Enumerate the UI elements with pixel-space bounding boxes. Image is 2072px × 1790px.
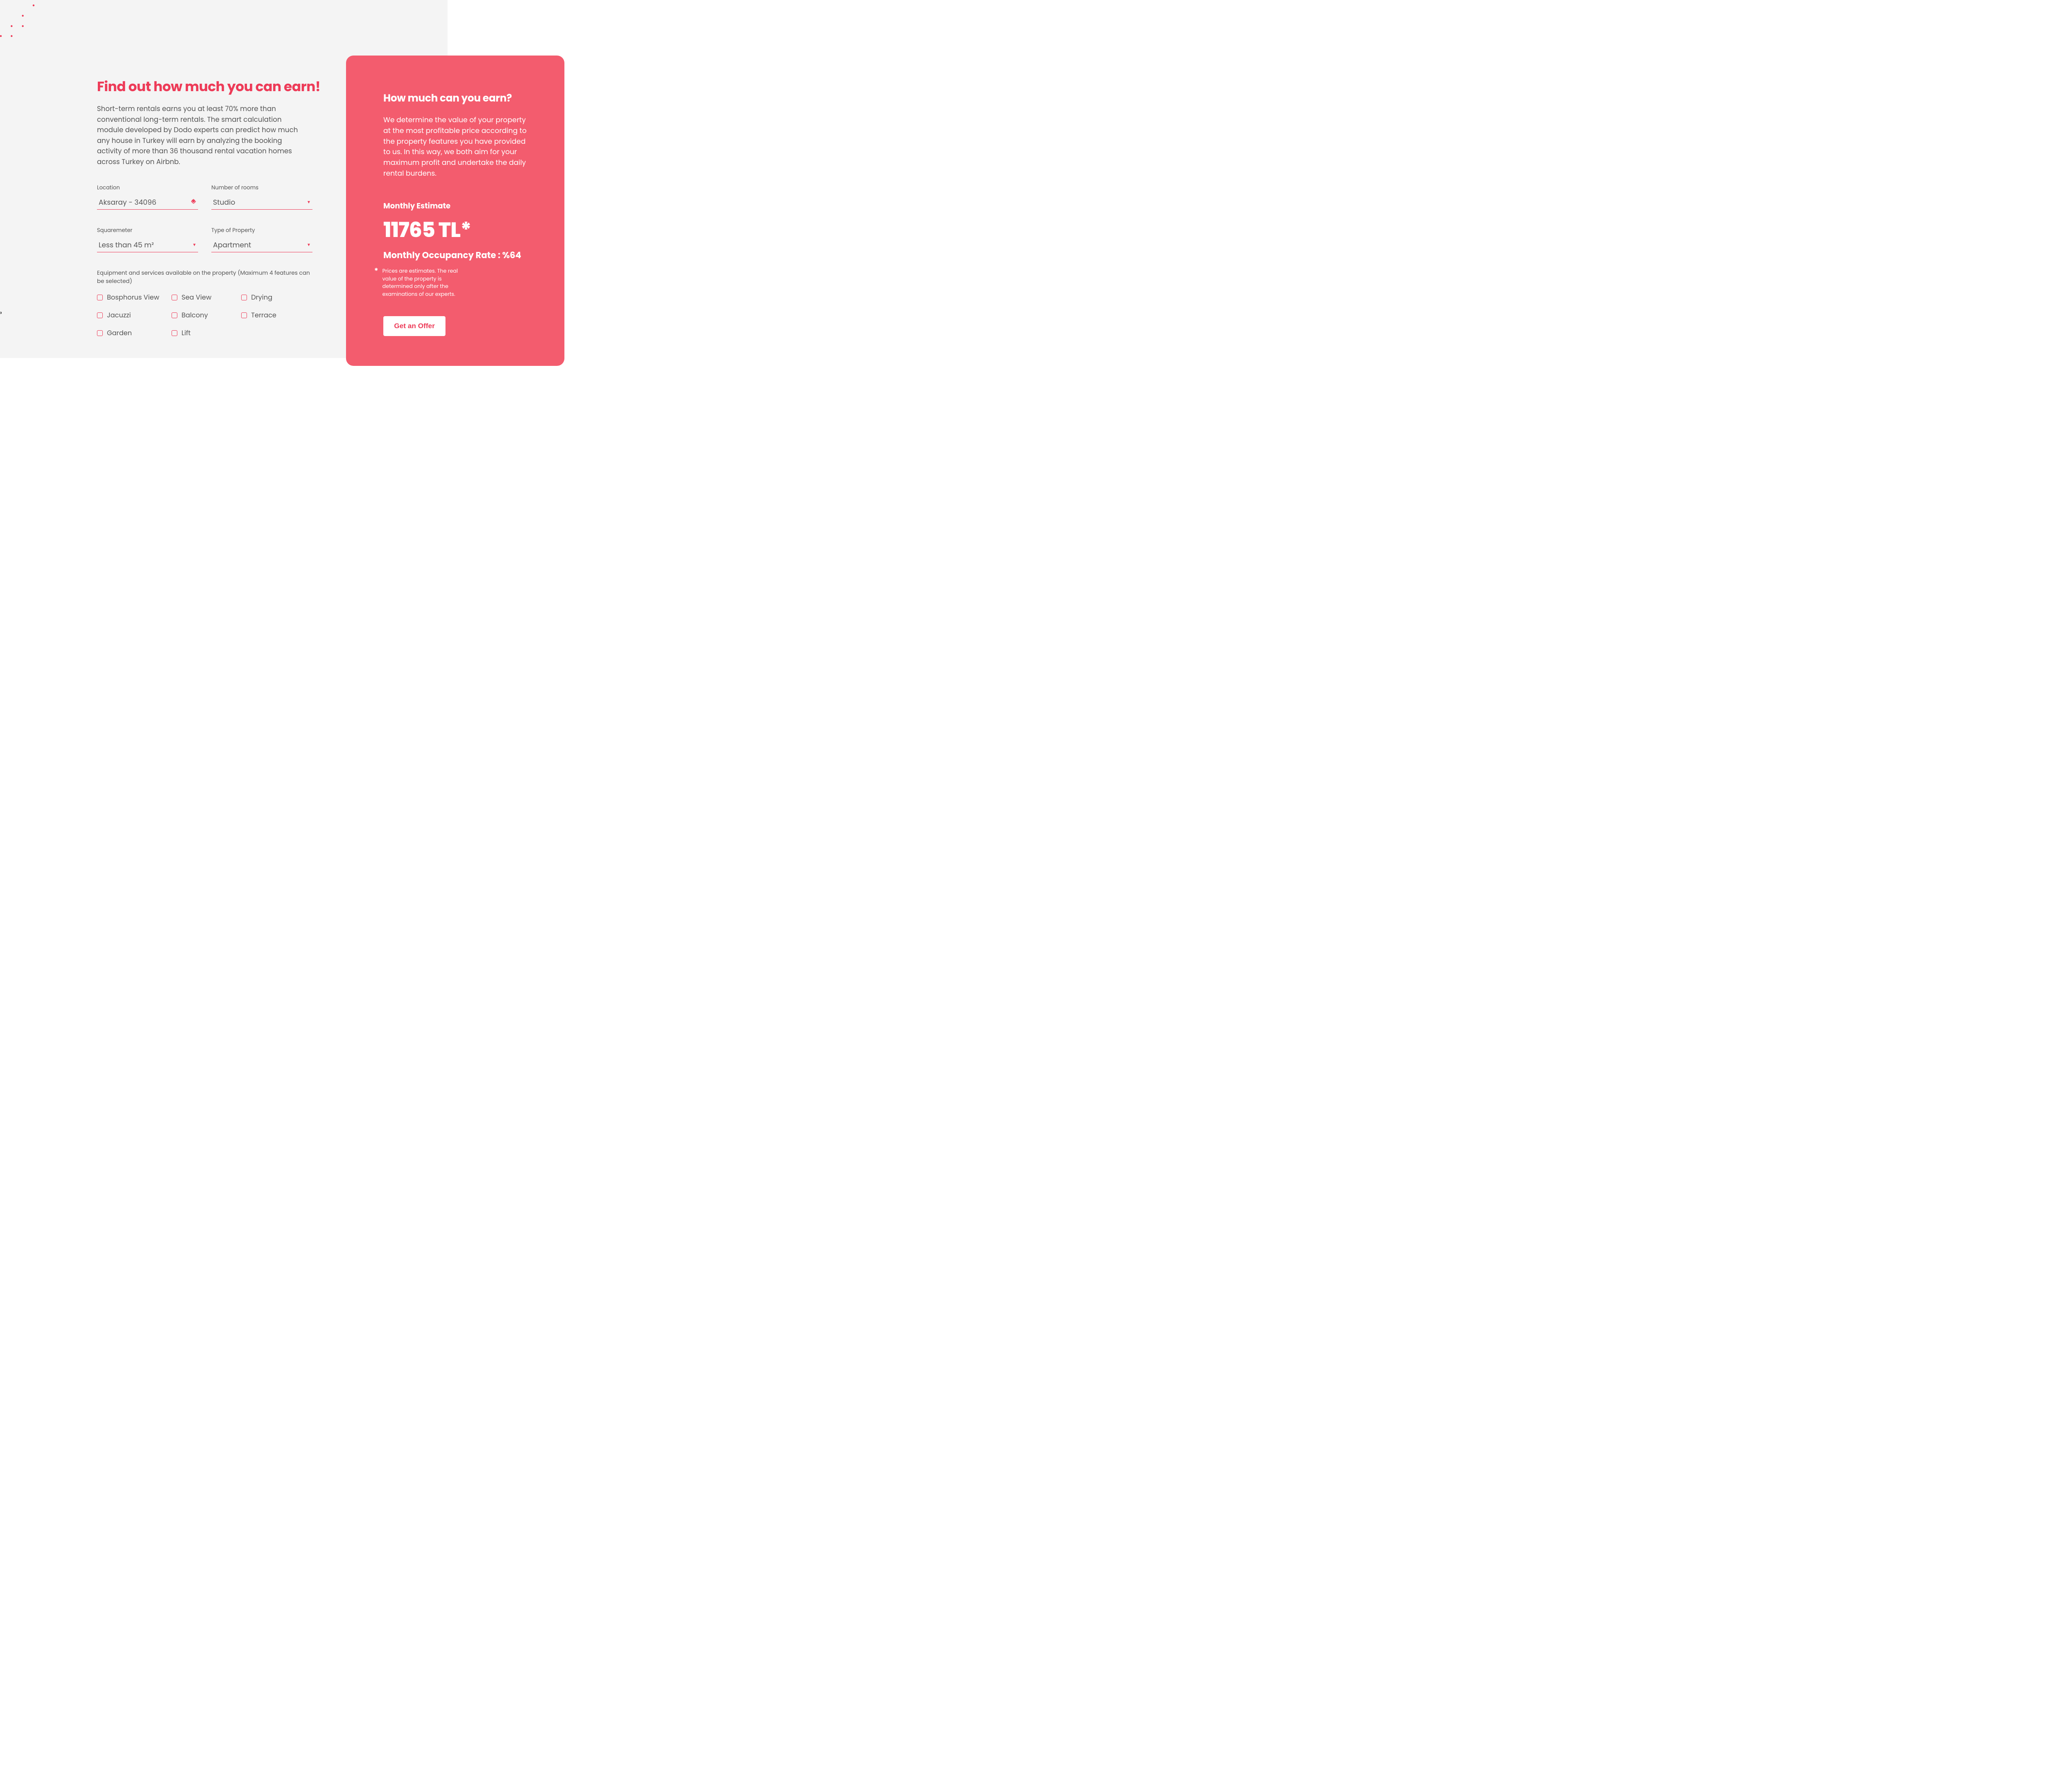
checkbox-label: Sea View [182, 292, 211, 302]
type-select[interactable]: Apartment ▼ [211, 239, 312, 252]
type-label: Type of Property [211, 226, 312, 235]
checkbox-box-icon [172, 295, 177, 300]
checkbox-terrace[interactable]: Terrace [241, 310, 311, 320]
checkbox-balcony[interactable]: Balcony [172, 310, 241, 320]
sqm-value: Less than 45 m² [99, 239, 192, 250]
checkbox-box-icon [97, 295, 103, 300]
checkbox-box-icon [172, 312, 177, 318]
location-value: Aksaray - 34096 [99, 197, 191, 208]
caret-down-icon: ▼ [307, 199, 311, 206]
checkbox-label: Lift [182, 328, 191, 338]
checkbox-label: Terrace [251, 310, 276, 320]
main-content: Find out how much you can earn! Short-te… [0, 0, 637, 358]
caret-down-icon: ▼ [192, 242, 196, 248]
checkbox-label: Garden [107, 328, 132, 338]
location-input[interactable]: Aksaray - 34096 [97, 197, 198, 210]
type-value: Apartment [213, 239, 307, 250]
page-root: Find out how much you can earn! Short-te… [0, 0, 637, 358]
rooms-select[interactable]: Studio ▼ [211, 197, 312, 210]
form-row-1: Location Aksaray - 34096 Number of rooms… [97, 184, 312, 210]
checkbox-box-icon [97, 312, 103, 318]
sqm-label: Squaremeter [97, 226, 198, 235]
estimate-form: Location Aksaray - 34096 Number of rooms… [97, 184, 312, 338]
rooms-label: Number of rooms [211, 184, 312, 192]
intro-text: Short-term rentals earns you at least 70… [97, 104, 306, 167]
checkbox-box-icon [97, 330, 103, 336]
checkbox-box-icon [241, 295, 247, 300]
form-row-2: Squaremeter Less than 45 m² ▼ Type of Pr… [97, 226, 312, 252]
checkbox-bosphorus[interactable]: Bosphorus View [97, 292, 172, 302]
checkbox-lift[interactable]: Lift [172, 328, 241, 338]
location-label: Location [97, 184, 198, 192]
checkbox-jacuzzi[interactable]: Jacuzzi [97, 310, 172, 320]
checkbox-box-icon [241, 312, 247, 318]
features-grid: Bosphorus View Sea View Drying Jacuzzi B… [97, 292, 312, 338]
caret-down-icon: ▼ [307, 242, 311, 248]
rooms-field[interactable]: Number of rooms Studio ▼ [211, 184, 312, 210]
checkbox-garden[interactable]: Garden [97, 328, 172, 338]
checkbox-box-icon [172, 330, 177, 336]
sqm-field[interactable]: Squaremeter Less than 45 m² ▼ [97, 226, 198, 252]
checkbox-sea[interactable]: Sea View [172, 292, 241, 302]
type-field[interactable]: Type of Property Apartment ▼ [211, 226, 312, 252]
chevron-right-icon[interactable]: › [0, 308, 2, 317]
sqm-select[interactable]: Less than 45 m² ▼ [97, 239, 198, 252]
checkbox-label: Jacuzzi [107, 310, 131, 320]
checkbox-label: Bosphorus View [107, 292, 159, 302]
crosshair-icon[interactable] [191, 198, 196, 206]
equipment-hint: Equipment and services available on the … [97, 269, 312, 285]
checkbox-label: Drying [251, 292, 272, 302]
checkbox-drying[interactable]: Drying [241, 292, 311, 302]
checkbox-label: Balcony [182, 310, 208, 320]
location-field[interactable]: Location Aksaray - 34096 [97, 184, 198, 210]
rooms-value: Studio [213, 197, 307, 208]
page-title: Find out how much you can earn! [97, 77, 637, 97]
